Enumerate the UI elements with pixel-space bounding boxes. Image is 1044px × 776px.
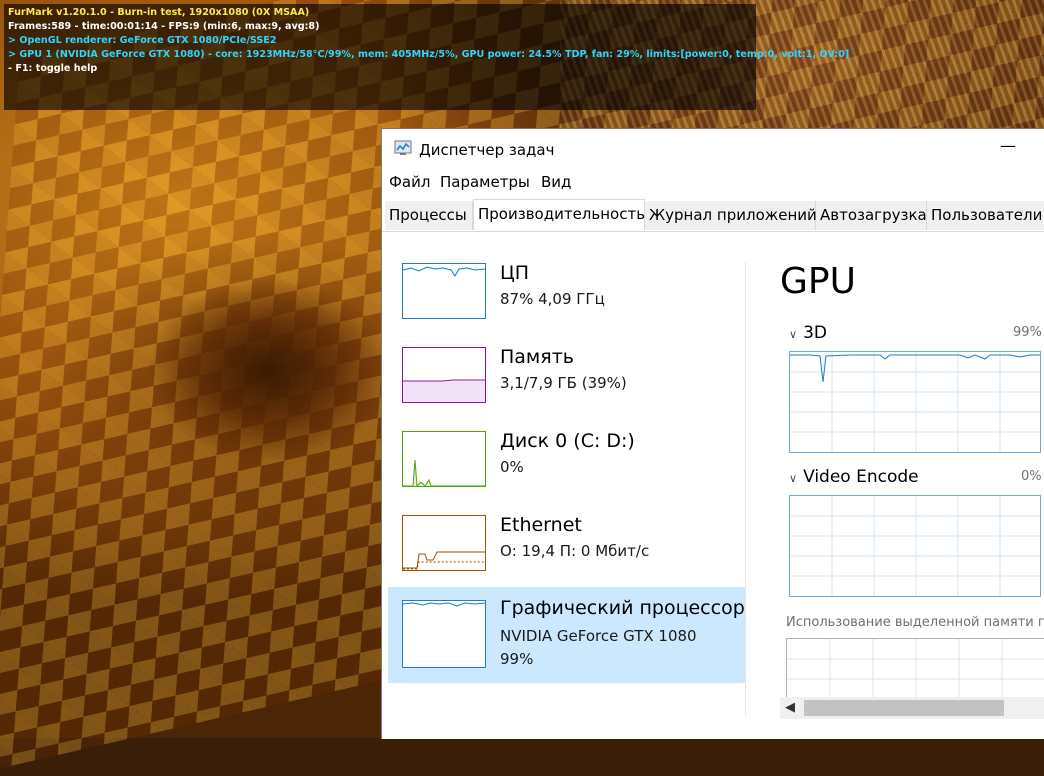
scrollbar-thumb[interactable] [804, 700, 1004, 716]
tab-app-history[interactable]: Журнал приложений [645, 201, 817, 230]
window-title: Диспетчер задач [419, 141, 555, 159]
engine-encode-header[interactable]: ∨ Video Encode [789, 467, 919, 487]
perf-item-ethernet-name: Ethernet [500, 514, 582, 536]
disk-thumbnail-graph [402, 431, 486, 487]
perf-item-memory[interactable]: Память 3,1/7,9 ГБ (39%) [388, 337, 745, 421]
engine-3d-percent: 99% [1013, 325, 1042, 340]
perf-item-disk[interactable]: Диск 0 (C: D:) 0% [388, 421, 745, 505]
tab-performance[interactable]: Производительность [473, 199, 645, 230]
perf-item-cpu-detail: 87% 4,09 ГГц [500, 290, 605, 308]
tab-startup[interactable]: Автозагрузка [816, 201, 927, 230]
title-bar: Диспетчер задач — [382, 129, 1044, 169]
panel-divider [745, 262, 746, 716]
chevron-down-icon: ∨ [789, 328, 798, 341]
perf-item-cpu-name: ЦП [500, 262, 530, 284]
gpu-thumbnail-graph [402, 600, 486, 668]
perf-item-memory-name: Память [500, 346, 574, 368]
perf-item-gpu-model: NVIDIA GeForce GTX 1080 [500, 627, 697, 645]
menu-file[interactable]: Файл [389, 173, 430, 191]
perf-item-ethernet[interactable]: Ethernet О: 19,4 П: 0 Мбит/с [388, 505, 745, 589]
perf-item-disk-detail: 0% [500, 458, 524, 476]
tab-users[interactable]: Пользователи [927, 201, 1044, 230]
engine-3d-graph [789, 351, 1041, 453]
menu-view[interactable]: Вид [541, 173, 571, 191]
perf-item-gpu[interactable]: Графический процессор NVIDIA GeForce GTX… [388, 587, 745, 683]
menu-options[interactable]: Параметры [440, 173, 530, 191]
perf-item-gpu-usage: 99% [500, 650, 534, 668]
furmark-gpu-line: > GPU 1 (NVIDIA GeForce GTX 1080) - core… [8, 49, 850, 60]
memory-thumbnail-graph [402, 347, 486, 403]
tab-processes[interactable]: Процессы [385, 201, 473, 230]
perf-item-cpu[interactable]: ЦП 87% 4,09 ГГц [388, 253, 745, 337]
perf-item-gpu-name: Графический процессор [500, 597, 745, 619]
perf-item-memory-detail: 3,1/7,9 ГБ (39%) [500, 374, 627, 392]
engine-encode-label: Video Encode [803, 467, 919, 487]
task-manager-window: Диспетчер задач — Файл Параметры Вид Про… [381, 128, 1044, 739]
scroll-left-arrow-icon[interactable]: ◀ [782, 698, 798, 718]
task-manager-icon [394, 140, 412, 155]
cpu-thumbnail-graph [402, 263, 486, 319]
tab-bar: Процессы Производительность Журнал прило… [382, 199, 1044, 232]
gpu-panel-title: GPU [780, 261, 856, 302]
furmark-help-line: - F1: toggle help [8, 63, 98, 74]
engine-3d-header[interactable]: ∨ 3D [789, 323, 827, 343]
horizontal-scrollbar[interactable]: ◀ [780, 697, 1044, 719]
chevron-down-icon: ∨ [789, 472, 798, 485]
minimize-button[interactable]: — [996, 135, 1020, 159]
engine-encode-percent: 0% [1021, 469, 1042, 484]
furmark-swirl [150, 280, 390, 460]
engine-encode-graph [789, 495, 1041, 597]
perf-item-disk-name: Диск 0 (C: D:) [500, 430, 635, 452]
furmark-renderer-line: > OpenGL renderer: GeForce GTX 1080/PCIe… [8, 35, 277, 46]
engine-3d-label: 3D [803, 323, 827, 343]
furmark-stats-line: Frames:589 - time:00:01:14 - FPS:9 (min:… [8, 21, 320, 32]
ethernet-thumbnail-graph [402, 515, 486, 571]
perf-item-ethernet-detail: О: 19,4 П: 0 Мбит/с [500, 542, 650, 560]
dedicated-memory-graph [786, 638, 1044, 700]
furmark-title-line: FurMark v1.20.1.0 - Burn-in test, 1920x1… [8, 7, 310, 18]
furmark-overlay: FurMark v1.20.1.0 - Burn-in test, 1920x1… [4, 4, 849, 110]
dedicated-memory-label: Использование выделенной памяти гр [786, 615, 1044, 630]
